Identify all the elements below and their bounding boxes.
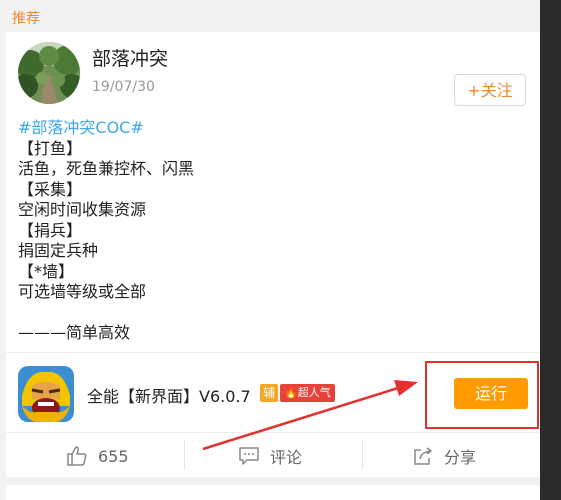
annotation-arrow — [202, 380, 418, 451]
